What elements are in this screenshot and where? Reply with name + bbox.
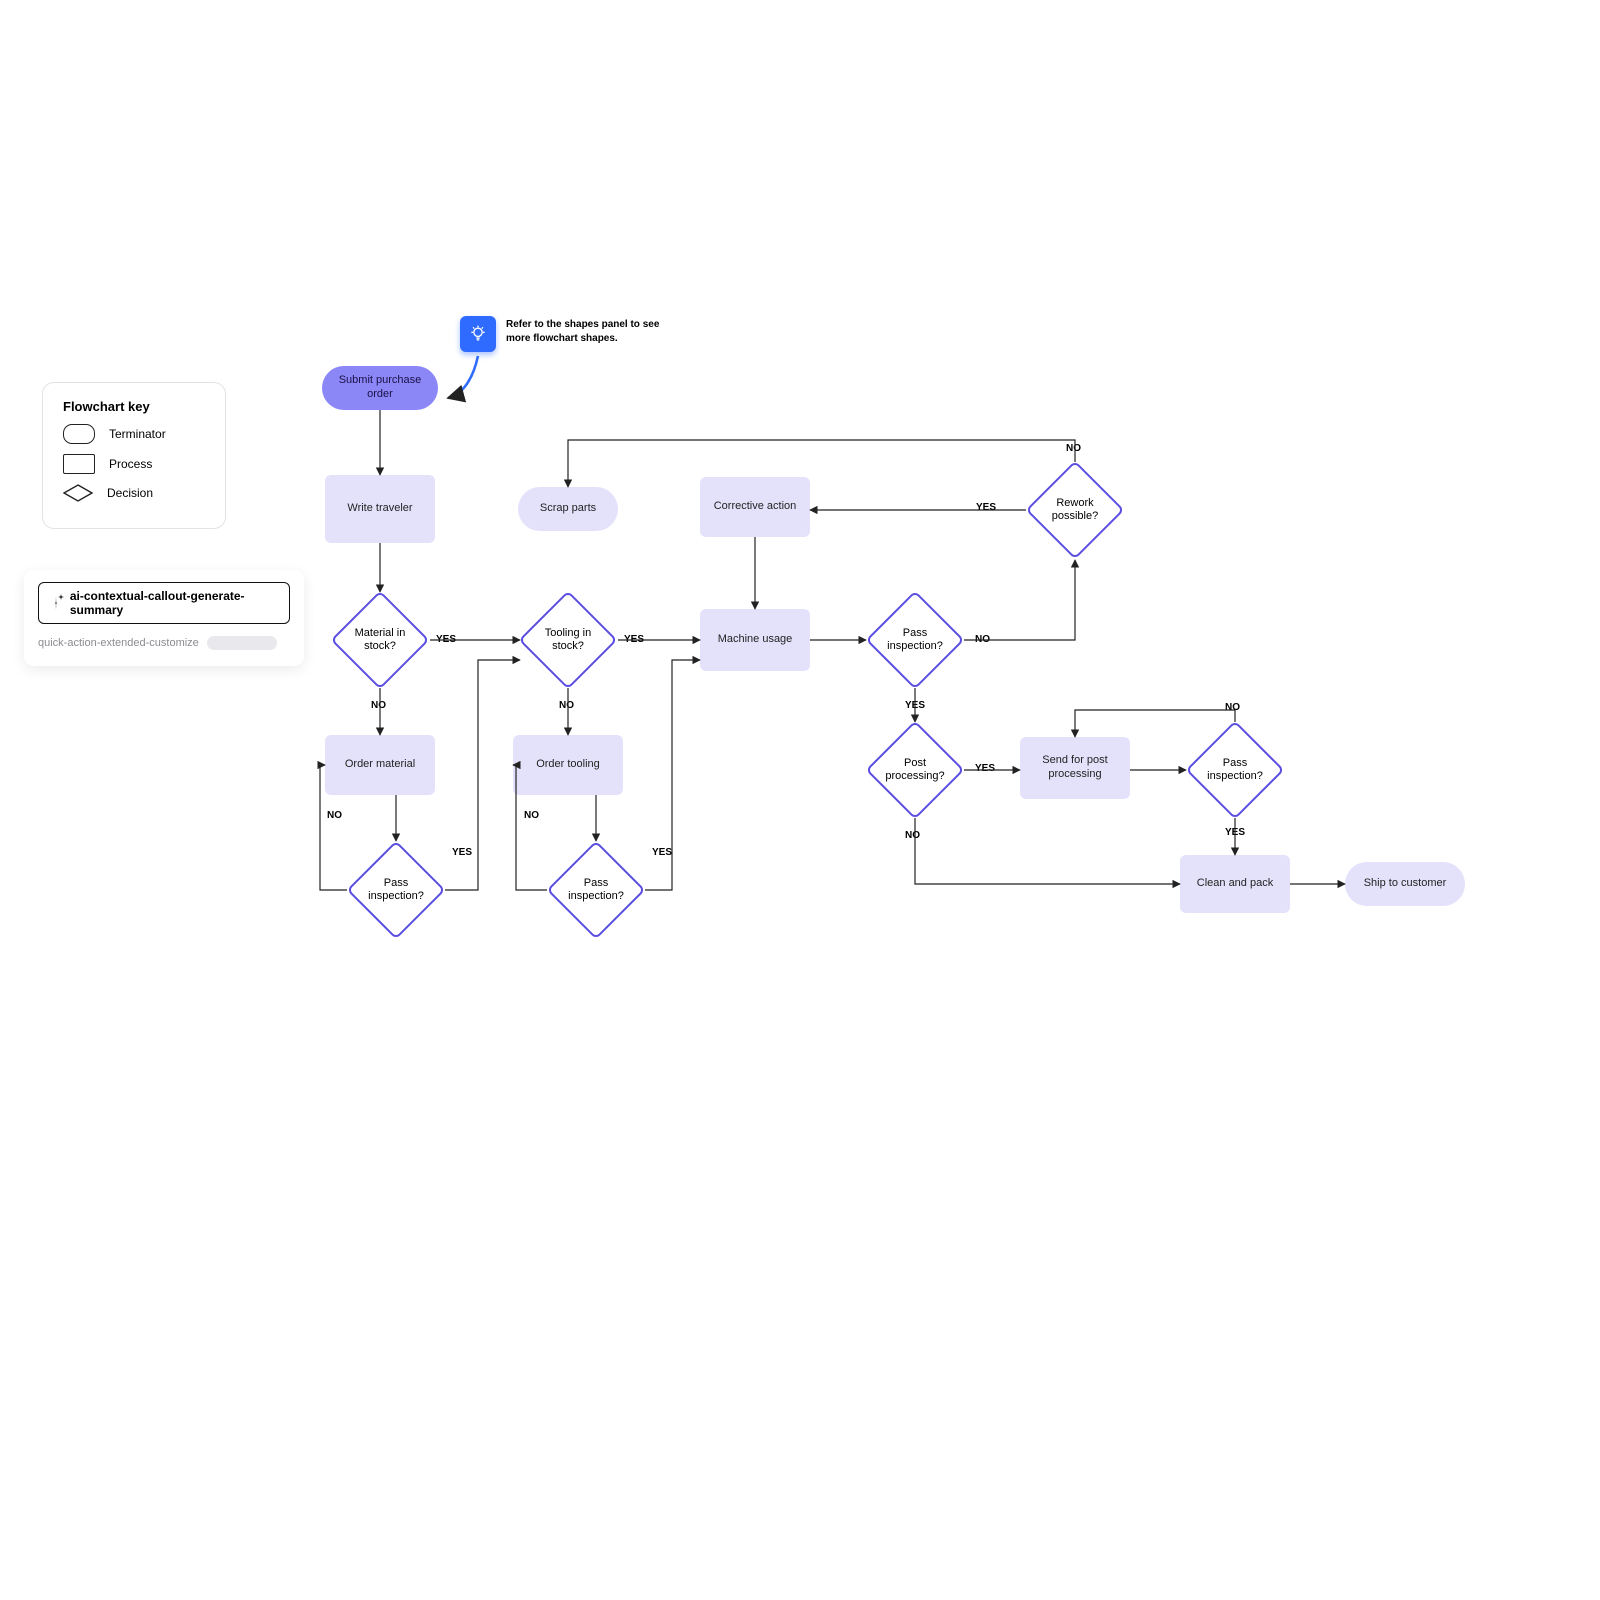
node-rework-possible[interactable]: Rework possible?	[1040, 475, 1110, 545]
terminator-shape-icon	[63, 424, 95, 444]
node-scrap-parts[interactable]: Scrap parts	[518, 487, 618, 531]
key-decision-label: Decision	[107, 486, 153, 500]
node-label: Post processing?	[885, 757, 944, 783]
decision-shape-icon	[63, 484, 93, 502]
node-send-post-processing[interactable]: Send for post processing	[1020, 737, 1130, 799]
edge-label-no: NO	[1066, 443, 1081, 454]
ai-callout-panel: ai-contextual-callout-generate-summary q…	[24, 570, 304, 666]
flowchart-key-title: Flowchart key	[63, 399, 205, 414]
sparkle-icon	[49, 596, 62, 610]
node-label: Pass inspection?	[887, 627, 943, 653]
quick-action-placeholder-icon	[207, 636, 277, 650]
edge-label-yes: YES	[975, 763, 995, 774]
edge-label-no: NO	[905, 830, 920, 841]
node-label: Ship to customer	[1364, 877, 1447, 891]
edge-label-no: NO	[1225, 702, 1240, 713]
node-tooling-in-stock[interactable]: Tooling in stock?	[533, 605, 603, 675]
node-post-processing[interactable]: Post processing?	[880, 735, 950, 805]
node-corrective-action[interactable]: Corrective action	[700, 477, 810, 537]
edge-label-no: NO	[975, 634, 990, 645]
node-material-in-stock[interactable]: Material in stock?	[345, 605, 415, 675]
ai-button-label: ai-contextual-callout-generate-summary	[70, 589, 279, 617]
node-label: Clean and pack	[1197, 877, 1273, 891]
node-label: Pass inspection?	[568, 877, 624, 903]
edge-label-no: NO	[327, 810, 342, 821]
node-label: Pass inspection?	[368, 877, 424, 903]
node-label: Send for post processing	[1028, 754, 1122, 782]
node-machine-usage[interactable]: Machine usage	[700, 609, 810, 671]
edge-label-no: NO	[524, 810, 539, 821]
node-label: Machine usage	[718, 633, 793, 647]
key-process-row: Process	[63, 454, 205, 474]
node-label: Submit purchase order	[330, 374, 430, 402]
edge-label-yes: YES	[905, 700, 925, 711]
node-write-traveler[interactable]: Write traveler	[325, 475, 435, 543]
node-ship-to-customer[interactable]: Ship to customer	[1345, 862, 1465, 906]
node-pass-inspection-material[interactable]: Pass inspection?	[361, 855, 431, 925]
quick-action-label: quick-action-extended-customize	[38, 637, 199, 649]
tip-text: Refer to the shapes panel to see more fl…	[506, 318, 686, 345]
node-pass-inspection-main[interactable]: Pass inspection?	[880, 605, 950, 675]
edge-label-yes: YES	[976, 502, 996, 513]
key-decision-row: Decision	[63, 484, 205, 502]
node-order-material[interactable]: Order material	[325, 735, 435, 795]
flowchart-canvas[interactable]: Flowchart key Terminator Process Decisio…	[0, 0, 1600, 1600]
lightbulb-tip-icon	[460, 316, 496, 352]
node-clean-and-pack[interactable]: Clean and pack	[1180, 855, 1290, 913]
connectors-layer	[0, 0, 1600, 1600]
key-process-label: Process	[109, 457, 152, 471]
node-pass-inspection-post[interactable]: Pass inspection?	[1200, 735, 1270, 805]
node-pass-inspection-tooling[interactable]: Pass inspection?	[561, 855, 631, 925]
node-label: Order tooling	[536, 758, 600, 772]
flowchart-key-panel: Flowchart key Terminator Process Decisio…	[42, 382, 226, 529]
quick-action-row[interactable]: quick-action-extended-customize	[38, 636, 290, 650]
node-label: Pass inspection?	[1207, 757, 1263, 783]
edge-label-yes: YES	[1225, 827, 1245, 838]
edge-label-no: NO	[371, 700, 386, 711]
ai-generate-summary-button[interactable]: ai-contextual-callout-generate-summary	[38, 582, 290, 624]
node-label: Material in stock?	[353, 627, 407, 653]
node-label: Corrective action	[714, 500, 797, 514]
edge-label-yes: YES	[436, 634, 456, 645]
edge-label-yes: YES	[452, 847, 472, 858]
edge-label-no: NO	[559, 700, 574, 711]
process-shape-icon	[63, 454, 95, 474]
node-label: Write traveler	[347, 502, 412, 516]
node-label: Scrap parts	[540, 502, 596, 516]
node-submit-purchase-order[interactable]: Submit purchase order	[322, 366, 438, 410]
node-order-tooling[interactable]: Order tooling	[513, 735, 623, 795]
edge-label-yes: YES	[652, 847, 672, 858]
node-label: Rework possible?	[1048, 497, 1102, 523]
key-terminator-row: Terminator	[63, 424, 205, 444]
key-terminator-label: Terminator	[109, 427, 166, 441]
node-label: Order material	[345, 758, 415, 772]
node-label: Tooling in stock?	[541, 627, 595, 653]
edge-label-yes: YES	[624, 634, 644, 645]
